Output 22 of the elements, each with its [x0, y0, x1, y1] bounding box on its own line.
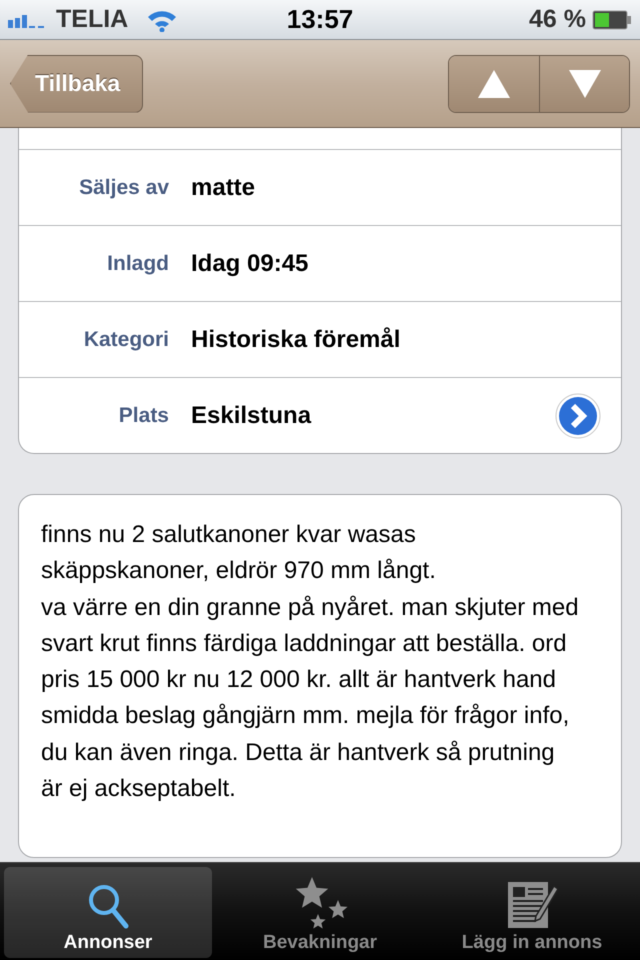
down-triangle-icon [568, 70, 600, 98]
document-pencil-icon [506, 880, 558, 930]
carrier-name: TELIA [56, 5, 128, 34]
field-value: Idag 09:45 [191, 250, 310, 278]
tab-button[interactable]: Annonser [4, 867, 212, 958]
field-label: Kategori [82, 328, 169, 352]
field-value: matte [191, 174, 256, 202]
battery-icon [592, 10, 632, 30]
next-button[interactable] [539, 56, 629, 112]
battery-percent: 46 % [529, 5, 586, 34]
clock-time: 13:57 [286, 4, 354, 35]
tab-button[interactable]: Lägg in annons [428, 867, 636, 958]
detail-disclosure-button[interactable] [555, 392, 601, 438]
field-label: Säljes av [78, 176, 169, 200]
tab-button[interactable]: Bevakningar [216, 867, 424, 958]
description-text: finns nu 2 salutkanoner kvar wasas skäppskanoner, eldrör 970 mm långt. va värre en din granne på nyåret. man skjuter med svart krut finns färdiga laddningar att beställa. ord pris 15 000 kr nu 12 000 kr. allt är hantverk hand smidda beslag gångjärn mm. mejla för frågor info, du kan även ringa. Detta är hantverk så prutning är ej ackseptabelt. [41, 520, 580, 804]
field-label: Plats [118, 404, 169, 428]
previous-button[interactable] [449, 56, 539, 112]
field-label: Inlagd [106, 252, 169, 276]
field-value: Eskilstuna [191, 402, 312, 430]
up-triangle-icon [478, 70, 510, 98]
field-value: Historiska föremål [191, 326, 402, 354]
